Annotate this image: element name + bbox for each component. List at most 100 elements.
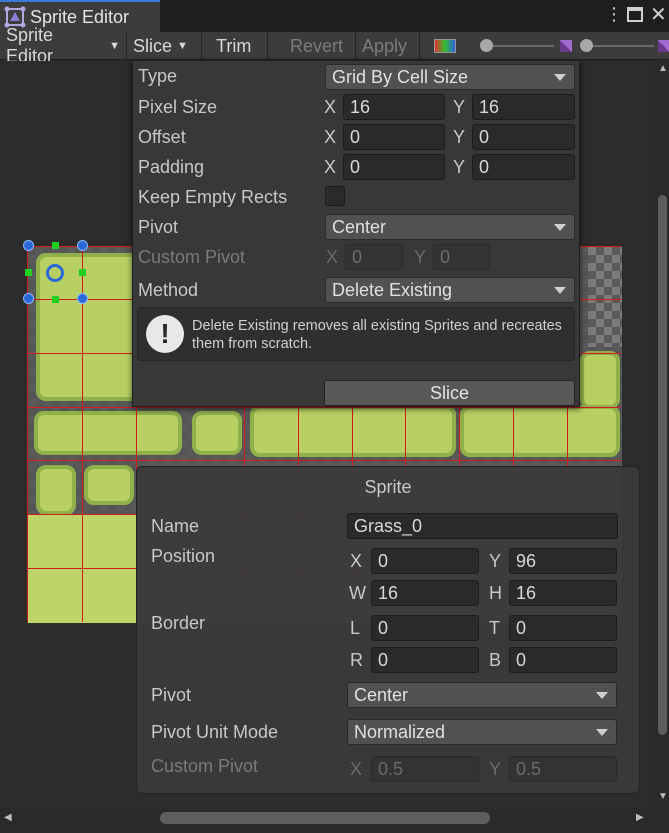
border-handle[interactable] bbox=[79, 269, 86, 276]
offset-y-field[interactable]: 0 bbox=[472, 124, 575, 150]
type-dropdown[interactable]: Grid By Cell Size bbox=[325, 64, 575, 90]
color-channel-icon[interactable] bbox=[434, 39, 456, 53]
offset-x-axis: X bbox=[324, 127, 337, 147]
border-t-axis: T bbox=[489, 618, 500, 638]
slice-dropdown[interactable]: Slice ▼ bbox=[127, 32, 202, 60]
padding-x-axis: X bbox=[324, 157, 337, 177]
vertical-scrollbar[interactable]: ▲ ▼ bbox=[655, 61, 669, 808]
pivot-label: Pivot bbox=[151, 685, 192, 705]
resize-handle[interactable] bbox=[23, 240, 34, 251]
maximize-icon[interactable] bbox=[627, 7, 643, 22]
scroll-right-icon[interactable]: ▶ bbox=[636, 812, 644, 823]
border-handle[interactable] bbox=[52, 242, 59, 249]
pos-x-field[interactable]: 0 bbox=[371, 548, 479, 574]
pos-w-field[interactable]: 16 bbox=[371, 580, 479, 606]
custom-pivot-x-field[interactable]: 0.5 bbox=[371, 756, 479, 782]
mip-slider-knob[interactable] bbox=[580, 39, 593, 52]
padding-x-field[interactable]: 0 bbox=[343, 154, 445, 180]
method-dropdown[interactable]: Delete Existing bbox=[325, 277, 575, 303]
slice-button[interactable]: Slice bbox=[324, 380, 575, 406]
sprite-panel: Sprite Name Grass_0 Position X 0 Y 96 W … bbox=[136, 466, 640, 794]
trim-button[interactable]: Trim bbox=[202, 32, 268, 60]
grass-tile bbox=[250, 405, 456, 457]
border-label: Border bbox=[151, 613, 206, 633]
trim-button-label: Trim bbox=[216, 35, 252, 56]
custom-pivot-y-axis: Y bbox=[414, 247, 427, 267]
padding-y-field[interactable]: 0 bbox=[472, 154, 575, 180]
border-r-field[interactable]: 0 bbox=[371, 647, 479, 673]
slice-grid-line bbox=[27, 407, 621, 408]
grass-tile bbox=[36, 465, 76, 515]
border-t-field[interactable]: 0 bbox=[509, 615, 617, 641]
pixel-size-x-axis: X bbox=[324, 97, 337, 117]
name-label: Name bbox=[151, 516, 200, 536]
pivot-dropdown[interactable]: Center bbox=[347, 682, 617, 708]
scroll-up-icon[interactable]: ▲ bbox=[658, 63, 668, 74]
mip-slider-track[interactable] bbox=[584, 45, 654, 47]
pixel-size-y-field[interactable]: 16 bbox=[472, 94, 575, 120]
custom-pivot-y-field[interactable]: 0.5 bbox=[509, 756, 617, 782]
close-icon[interactable]: ✕ bbox=[650, 2, 667, 27]
chevron-down-icon bbox=[596, 692, 608, 699]
grass-tile bbox=[84, 465, 134, 505]
info-icon: ! bbox=[146, 315, 184, 353]
resize-handle[interactable] bbox=[23, 293, 34, 304]
border-handle[interactable] bbox=[25, 269, 32, 276]
scroll-left-icon[interactable]: ◀ bbox=[4, 812, 12, 823]
custom-pivot-y-axis: Y bbox=[489, 759, 502, 779]
border-handle[interactable] bbox=[52, 296, 59, 303]
zoom-slider-knob[interactable] bbox=[480, 39, 493, 52]
custom-pivot-y-field[interactable]: 0 bbox=[433, 244, 490, 270]
pixel-size-x-field[interactable]: 16 bbox=[343, 94, 445, 120]
pixel-size-y-axis: Y bbox=[453, 97, 466, 117]
mip-level-icon bbox=[658, 40, 669, 52]
sprite-panel-title: Sprite bbox=[364, 477, 412, 497]
border-l-field[interactable]: 0 bbox=[371, 615, 479, 641]
keep-empty-rects-checkbox[interactable] bbox=[325, 186, 345, 206]
offset-label: Offset bbox=[138, 127, 186, 147]
pos-h-axis: H bbox=[489, 583, 502, 603]
method-dropdown-value: Delete Existing bbox=[332, 280, 453, 300]
offset-y-axis: Y bbox=[453, 127, 466, 147]
pos-w-axis: W bbox=[349, 583, 366, 603]
pivot-unit-mode-dropdown[interactable]: Normalized bbox=[347, 719, 617, 745]
apply-button[interactable]: Apply bbox=[356, 32, 420, 60]
zoom-icon bbox=[560, 40, 572, 52]
revert-button[interactable]: Revert bbox=[284, 32, 356, 60]
scroll-down-icon[interactable]: ▼ bbox=[658, 791, 668, 802]
pos-h-field[interactable]: 16 bbox=[509, 580, 617, 606]
horizontal-scroll-thumb[interactable] bbox=[160, 812, 490, 824]
transparent-area bbox=[588, 247, 622, 347]
pos-x-axis: X bbox=[350, 551, 363, 571]
position-label: Position bbox=[151, 546, 216, 566]
pivot-dropdown-value: Center bbox=[354, 685, 409, 705]
pivot-handle[interactable] bbox=[46, 264, 64, 282]
horizontal-scrollbar[interactable]: ◀ ▶ bbox=[0, 808, 669, 833]
chevron-down-icon: ▼ bbox=[177, 40, 188, 52]
slice-popup: Type Grid By Cell Size Pixel Size X 16 Y… bbox=[132, 60, 580, 407]
resize-handle[interactable] bbox=[77, 240, 88, 251]
vertical-scroll-thumb[interactable] bbox=[658, 195, 667, 735]
offset-x-field[interactable]: 0 bbox=[343, 124, 445, 150]
pixel-size-label: Pixel Size bbox=[138, 97, 218, 117]
pivot-dropdown[interactable]: Center bbox=[325, 214, 575, 240]
more-options-icon[interactable]: ⋮ bbox=[605, 4, 623, 25]
grass-tile bbox=[192, 411, 242, 455]
sprite-editor-dropdown[interactable]: Sprite Editor ▼ bbox=[0, 25, 127, 66]
border-b-field[interactable]: 0 bbox=[509, 647, 617, 673]
revert-button-label: Revert bbox=[290, 35, 344, 56]
custom-pivot-label: Custom Pivot bbox=[151, 756, 259, 776]
toolbar: Sprite Editor ▼ Slice ▼ Trim Revert Apply bbox=[0, 25, 669, 66]
type-dropdown-value: Grid By Cell Size bbox=[332, 67, 469, 87]
name-field[interactable]: Grass_0 bbox=[347, 513, 618, 539]
custom-pivot-x-axis: X bbox=[350, 759, 363, 779]
custom-pivot-x-field[interactable]: 0 bbox=[345, 244, 403, 270]
resize-handle[interactable] bbox=[77, 293, 88, 304]
pivot-dropdown-value: Center bbox=[332, 217, 387, 237]
pos-y-field[interactable]: 96 bbox=[509, 548, 617, 574]
zoom-slider-track[interactable] bbox=[484, 45, 554, 47]
help-box: ! Delete Existing removes all existing S… bbox=[137, 307, 575, 361]
chevron-down-icon: ▼ bbox=[109, 40, 120, 52]
chevron-down-icon bbox=[554, 74, 566, 81]
method-label: Method bbox=[138, 280, 199, 300]
